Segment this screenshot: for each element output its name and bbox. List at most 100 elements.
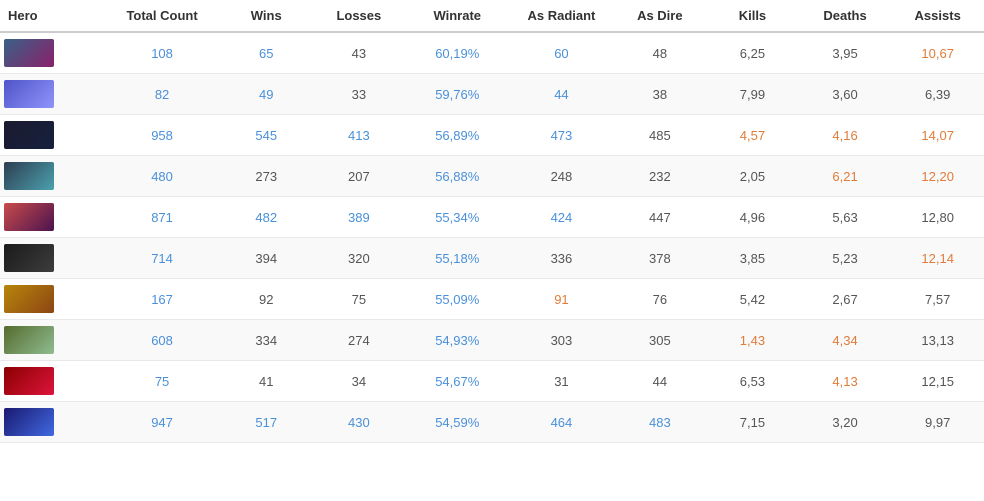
radiant-cell: 60 [509,32,613,74]
dire-cell: 447 [614,197,707,238]
deaths-cell: 4,16 [799,115,892,156]
header-losses: Losses [313,0,406,32]
table-row: 71439432055,18%3363783,855,2312,14 [0,238,984,279]
assists-cell: 10,67 [891,32,984,74]
total-count-cell: 608 [104,320,220,361]
wins-cell: 334 [220,320,313,361]
assists-cell: 12,80 [891,197,984,238]
losses-cell: 207 [313,156,406,197]
radiant-cell: 424 [509,197,613,238]
total-count-cell: 82 [104,74,220,115]
losses-cell: 43 [313,32,406,74]
dire-cell: 38 [614,74,707,115]
dire-cell: 483 [614,402,707,443]
hero-cell [0,238,104,279]
assists-cell: 9,97 [891,402,984,443]
hero-icon [4,244,54,272]
winrate-cell: 55,09% [405,279,509,320]
dire-cell: 76 [614,279,707,320]
losses-cell: 430 [313,402,406,443]
radiant-cell: 473 [509,115,613,156]
wins-cell: 517 [220,402,313,443]
winrate-cell: 54,67% [405,361,509,402]
hero-icon [4,408,54,436]
kills-cell: 2,05 [706,156,799,197]
table-row: 60833427454,93%3033051,434,3413,13 [0,320,984,361]
deaths-cell: 6,21 [799,156,892,197]
winrate-cell: 56,89% [405,115,509,156]
winrate-cell: 54,93% [405,320,509,361]
losses-cell: 413 [313,115,406,156]
assists-cell: 6,39 [891,74,984,115]
hero-icon [4,285,54,313]
deaths-cell: 4,13 [799,361,892,402]
total-count-cell: 947 [104,402,220,443]
deaths-cell: 4,34 [799,320,892,361]
kills-cell: 3,85 [706,238,799,279]
hero-stats-table: Hero Total Count Wins Losses Winrate As … [0,0,984,443]
radiant-cell: 248 [509,156,613,197]
hero-cell [0,156,104,197]
losses-cell: 34 [313,361,406,402]
radiant-cell: 44 [509,74,613,115]
kills-cell: 6,53 [706,361,799,402]
kills-cell: 4,96 [706,197,799,238]
hero-cell [0,402,104,443]
total-count-cell: 108 [104,32,220,74]
wins-cell: 273 [220,156,313,197]
losses-cell: 75 [313,279,406,320]
assists-cell: 7,57 [891,279,984,320]
table-row: 82493359,76%44387,993,606,39 [0,74,984,115]
kills-cell: 7,15 [706,402,799,443]
wins-cell: 41 [220,361,313,402]
hero-cell [0,197,104,238]
table-row: 48027320756,88%2482322,056,2112,20 [0,156,984,197]
radiant-cell: 336 [509,238,613,279]
dire-cell: 485 [614,115,707,156]
winrate-cell: 60,19% [405,32,509,74]
losses-cell: 320 [313,238,406,279]
losses-cell: 274 [313,320,406,361]
kills-cell: 5,42 [706,279,799,320]
wins-cell: 92 [220,279,313,320]
winrate-cell: 54,59% [405,402,509,443]
assists-cell: 13,13 [891,320,984,361]
hero-cell [0,74,104,115]
header-total-count: Total Count [104,0,220,32]
kills-cell: 1,43 [706,320,799,361]
dire-cell: 232 [614,156,707,197]
wins-cell: 482 [220,197,313,238]
kills-cell: 6,25 [706,32,799,74]
total-count-cell: 167 [104,279,220,320]
wins-cell: 394 [220,238,313,279]
wins-cell: 65 [220,32,313,74]
deaths-cell: 3,20 [799,402,892,443]
hero-icon [4,203,54,231]
radiant-cell: 31 [509,361,613,402]
hero-icon [4,367,54,395]
dire-cell: 48 [614,32,707,74]
radiant-cell: 464 [509,402,613,443]
table-row: 95854541356,89%4734854,574,1614,07 [0,115,984,156]
hero-cell [0,361,104,402]
deaths-cell: 2,67 [799,279,892,320]
total-count-cell: 75 [104,361,220,402]
deaths-cell: 5,63 [799,197,892,238]
table-row: 167927555,09%91765,422,677,57 [0,279,984,320]
winrate-cell: 55,34% [405,197,509,238]
hero-cell [0,320,104,361]
winrate-cell: 56,88% [405,156,509,197]
dire-cell: 378 [614,238,707,279]
total-count-cell: 871 [104,197,220,238]
header-hero: Hero [0,0,104,32]
hero-icon [4,162,54,190]
total-count-cell: 714 [104,238,220,279]
hero-icon [4,121,54,149]
wins-cell: 545 [220,115,313,156]
dire-cell: 44 [614,361,707,402]
table-row: 87148238955,34%4244474,965,6312,80 [0,197,984,238]
total-count-cell: 958 [104,115,220,156]
dire-cell: 305 [614,320,707,361]
kills-cell: 4,57 [706,115,799,156]
header-as-dire: As Dire [614,0,707,32]
